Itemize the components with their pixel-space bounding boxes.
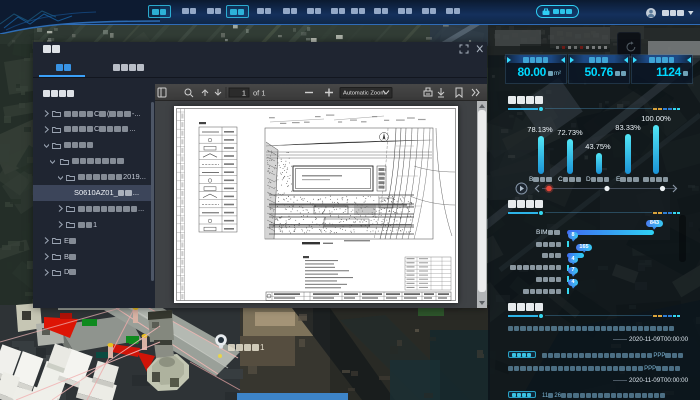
svg-text:1: 1 <box>242 89 246 98</box>
svg-text:of 1: of 1 <box>253 89 266 98</box>
svg-text:Automatic Zoom: Automatic Zoom <box>343 91 385 97</box>
